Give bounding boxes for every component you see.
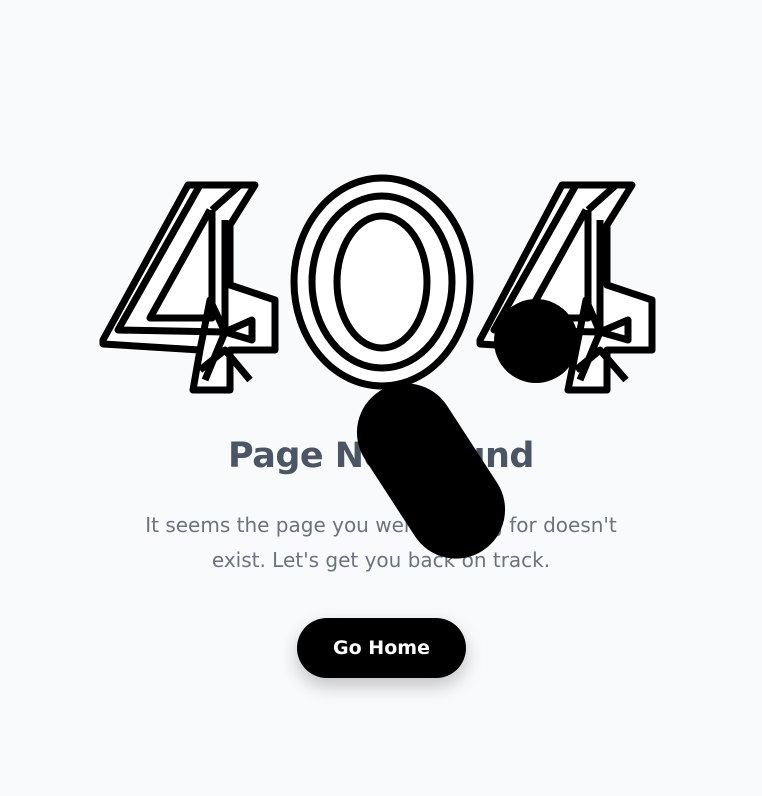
error-code-graphic [0,170,762,410]
error-description: It seems the page you were looking for d… [145,513,617,572]
decorative-blob-circle [494,299,578,383]
error-page: Page Not Found It seems the page you wer… [0,0,762,796]
digit-zero [290,174,474,390]
go-home-button[interactable]: Go Home [297,618,466,678]
error-code-art [99,174,656,394]
digit-four-left [99,181,279,394]
